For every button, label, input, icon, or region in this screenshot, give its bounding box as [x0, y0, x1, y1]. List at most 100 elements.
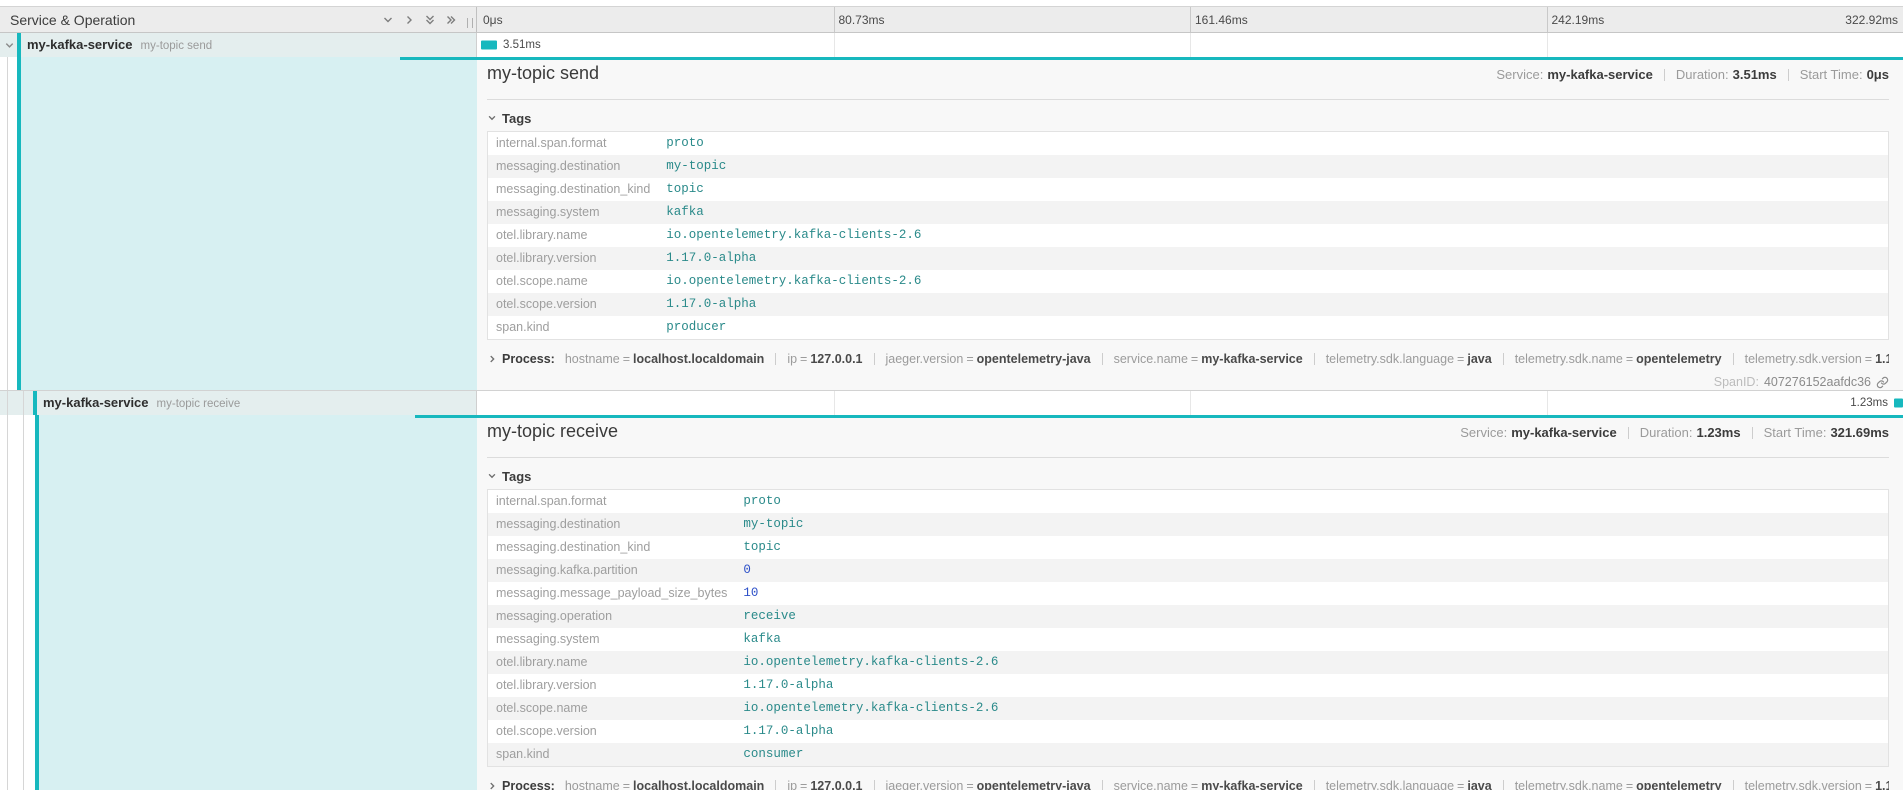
span-duration-bar[interactable] — [1894, 399, 1903, 408]
span-id-value: 407276152aafdc36 — [1764, 375, 1871, 389]
tag-key: otel.scope.version — [488, 720, 736, 743]
tags-accordion-header[interactable]: Tags — [487, 107, 1889, 129]
process-value: 127.0.0.1 — [810, 352, 862, 366]
tag-key: messaging.system — [488, 201, 659, 224]
meta-label: Start Time: — [1800, 67, 1863, 82]
process-value: 1.17.0 — [1875, 352, 1889, 366]
tag-value: proto — [735, 490, 1888, 514]
tag-row: span.kind consumer — [488, 743, 1889, 767]
process-key: service.name — [1114, 779, 1188, 790]
process-value: my-kafka-service — [1201, 352, 1302, 366]
equals-sign: = — [1457, 779, 1464, 790]
separator — [1503, 780, 1504, 790]
service-operation-header: Service & Operation — [0, 7, 477, 32]
indent-guide — [8, 391, 24, 415]
double-chevron-down-icon[interactable] — [423, 13, 437, 27]
process-label: Process: — [502, 352, 555, 366]
detail-indent-column — [0, 415, 477, 790]
service-operation-title: Service & Operation — [10, 12, 135, 28]
operation-name: my-topic send — [141, 40, 213, 52]
span-detail-row-receive: my-topic receive Service: my-kafka-servi… — [0, 415, 1903, 790]
separator — [1752, 427, 1753, 439]
tag-key: otel.scope.name — [488, 270, 659, 293]
process-accordion-header[interactable]: Process: hostname=localhost.localdomaini… — [487, 348, 1889, 370]
axis-gridline — [1547, 7, 1548, 32]
process-key: service.name — [1114, 352, 1188, 366]
tag-key: otel.library.version — [488, 674, 736, 697]
tags-accordion-header[interactable]: Tags — [487, 465, 1889, 487]
detail-meta: Service: my-kafka-service Duration: 3.51… — [1496, 67, 1889, 82]
process-value: localhost.localdomain — [633, 779, 764, 790]
meta-label: Start Time: — [1764, 425, 1827, 440]
tag-key: otel.library.name — [488, 224, 659, 247]
equals-sign: = — [800, 352, 807, 366]
tag-row: span.kind producer — [488, 316, 1889, 340]
process-value: localhost.localdomain — [633, 352, 764, 366]
tags-table: internal.span.format proto messaging.des… — [487, 489, 1889, 767]
tag-row: otel.scope.version 1.17.0-alpha — [488, 720, 1889, 743]
meta-value: my-kafka-service — [1511, 425, 1617, 440]
tag-key: otel.library.name — [488, 651, 736, 674]
process-value: java — [1467, 352, 1491, 366]
separator — [874, 780, 875, 790]
jaeger-trace-timeline: Service & Operation 0μs — [0, 0, 1903, 790]
chevron-right-icon[interactable] — [402, 13, 416, 27]
tag-value: my-topic — [658, 155, 1888, 178]
detail-title: my-topic receive — [487, 421, 618, 442]
timeline-gridline — [1190, 33, 1191, 57]
tag-value: receive — [735, 605, 1888, 628]
deep-link-icon[interactable] — [1876, 376, 1889, 389]
tag-value: io.opentelemetry.kafka-clients-2.6 — [658, 270, 1888, 293]
chevron-down-icon[interactable] — [381, 13, 395, 27]
tag-key: span.kind — [488, 316, 659, 340]
tag-key: messaging.destination — [488, 155, 659, 178]
tag-row: internal.span.format proto — [488, 132, 1889, 156]
span-name-cell[interactable]: my-kafka-service my-topic send — [0, 33, 477, 57]
span-name-cell[interactable]: my-kafka-service my-topic receive — [0, 391, 477, 415]
span-row-receive[interactable]: my-kafka-service my-topic receive 1.23ms — [0, 391, 1903, 415]
timeline-gridline — [834, 33, 835, 57]
span-timeline-cell[interactable]: 1.23ms — [477, 391, 1903, 415]
process-accordion-header[interactable]: Process: hostname=localhost.localdomaini… — [487, 775, 1889, 790]
equals-sign: = — [1191, 352, 1198, 366]
span-duration-bar[interactable] — [481, 41, 497, 50]
span-row-send[interactable]: my-kafka-service my-topic send 3.51ms — [0, 33, 1903, 57]
chevron-down-icon[interactable] — [3, 33, 16, 57]
chevron-down-icon — [487, 113, 497, 123]
tag-value: io.opentelemetry.kafka-clients-2.6 — [658, 224, 1888, 247]
column-resizer-grip[interactable] — [467, 18, 473, 28]
meta-value: 0μs — [1867, 67, 1889, 82]
separator — [1733, 780, 1734, 790]
service-name: my-kafka-service — [27, 37, 133, 52]
tags-table: internal.span.format proto messaging.des… — [487, 131, 1889, 340]
separator — [1314, 353, 1315, 365]
tags-label: Tags — [502, 469, 531, 484]
time-axis[interactable]: 0μs 80.73ms 161.46ms 242.19ms 322.92ms — [477, 7, 1903, 32]
tag-row: otel.library.name io.opentelemetry.kafka… — [488, 224, 1889, 247]
indent-spacer — [24, 391, 33, 415]
process-value: 1.17.0 — [1875, 779, 1889, 790]
divider — [487, 99, 1889, 100]
timeline-gridline — [1190, 391, 1191, 415]
separator — [1102, 353, 1103, 365]
tag-row: messaging.kafka.partition 0 — [488, 559, 1889, 582]
double-chevron-right-icon[interactable] — [444, 13, 458, 27]
span-timeline-cell[interactable]: 3.51ms — [477, 33, 1903, 57]
divider — [487, 457, 1889, 458]
equals-sign: = — [623, 352, 630, 366]
timeline-header: Service & Operation 0μs — [0, 6, 1903, 33]
equals-sign: = — [1191, 779, 1198, 790]
tag-row: messaging.destination my-topic — [488, 513, 1889, 536]
indent-guide — [0, 57, 8, 390]
timeline-gridline — [1547, 391, 1548, 415]
tag-key: otel.scope.name — [488, 697, 736, 720]
timeline-gridline — [1547, 33, 1548, 57]
tag-value: consumer — [735, 743, 1888, 767]
meta-value: 3.51ms — [1733, 67, 1777, 82]
tag-value: producer — [658, 316, 1888, 340]
chevron-right-icon — [487, 781, 497, 790]
tag-row: messaging.destination_kind topic — [488, 536, 1889, 559]
process-key: telemetry.sdk.version — [1745, 779, 1862, 790]
axis-gridline — [1190, 7, 1191, 32]
tag-value: topic — [735, 536, 1888, 559]
